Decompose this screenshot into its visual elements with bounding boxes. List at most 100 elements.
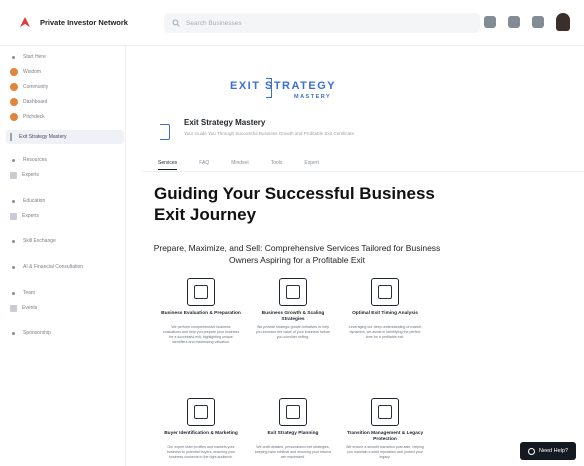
sidebar-item-sponsorship[interactable]: Sponsorship	[10, 326, 122, 340]
logo-bracket-icon	[266, 78, 272, 98]
service-desc: Our expert team profiles and markets you…	[166, 445, 236, 459]
page-subtitle: Your Guide You Through Successful Busine…	[184, 131, 355, 136]
service-title: Optimal Exit Timing Analysis	[352, 311, 418, 316]
sidebar: Start Here Wisdom Community Dashboard Pi…	[0, 46, 126, 466]
sidebar-item-label: Wisdom	[23, 69, 42, 75]
sidebar-item-label: Education	[23, 198, 46, 204]
tab-faq[interactable]: FAQ	[199, 160, 209, 170]
sidebar-item-wisdom[interactable]: Wisdom	[10, 65, 122, 79]
timing-icon-inner	[378, 285, 392, 299]
bullet-icon	[12, 265, 15, 269]
main-content: EXIT STRATEGY MASTERY Exit Strategy Mast…	[142, 46, 584, 466]
sidebar-item-pitchdeck[interactable]: Pitchdeck	[10, 110, 122, 124]
growth-icon-inner	[286, 285, 300, 299]
people-icon[interactable]	[484, 16, 496, 28]
help-icon	[527, 447, 535, 455]
service-desc: Leveraging our deep understanding of mar…	[348, 325, 422, 339]
tab-bar: Services FAQ Mindset Tools Expert	[158, 160, 319, 170]
bullet-icon	[12, 199, 15, 203]
bullet-icon	[12, 291, 15, 295]
notifications-icon[interactable]	[532, 16, 544, 28]
evaluation-icon-inner	[194, 285, 208, 299]
transition-icon-inner	[378, 405, 392, 419]
service-title: Exit Strategy Planning	[267, 431, 319, 436]
sidebar-item-label: Sponsorship	[23, 330, 51, 336]
bullet-icon	[12, 158, 15, 162]
exit-strategy-logo: EXIT STRATEGY MASTERY	[230, 76, 360, 112]
sidebar-item-label: Resources	[23, 157, 47, 163]
sidebar-item-label: Skill Exchange	[23, 238, 56, 244]
logo-word: EXIT STRATEGY	[230, 80, 337, 92]
tab-services[interactable]: Services	[158, 160, 178, 170]
sidebar-item-label: Start Here	[23, 54, 46, 60]
avatar[interactable]	[556, 13, 570, 31]
exit-strategy-icon	[10, 133, 12, 141]
sidebar-item-ai-financial-consultation[interactable]: AI & Financial Consultation	[10, 260, 122, 274]
sidebar-item-experts[interactable]: Experts	[10, 168, 122, 182]
sidebar-item-community[interactable]: Community	[10, 80, 122, 94]
service-desc: We perform comprehensive business evalua…	[162, 325, 240, 344]
buyer-icon-inner	[194, 405, 208, 419]
evaluation-icon	[187, 278, 215, 306]
sidebar-item-start-here[interactable]: Start Here	[10, 50, 122, 64]
top-actions	[484, 13, 570, 31]
pitchdeck-icon	[10, 113, 18, 121]
sidebar-item-education[interactable]: Education	[10, 194, 122, 208]
sidebar-item-exit-strategy-mastery[interactable]: Exit Strategy Mastery	[6, 130, 124, 144]
service-title: Business Growth & Scaling Strategies	[261, 311, 325, 322]
transition-management-icon	[371, 398, 399, 426]
sidebar-item-label: Experts	[22, 213, 39, 219]
bullet-icon	[12, 239, 15, 243]
sidebar-item-label: Dashboard	[23, 99, 48, 105]
hero-subheadline: Prepare, Maximize, and Sell: Comprehensi…	[153, 243, 441, 265]
planning-icon-inner	[286, 405, 300, 419]
community-icon	[10, 83, 18, 91]
search-input[interactable]: Search Businesses	[164, 13, 480, 33]
strategy-planning-icon	[279, 398, 307, 426]
brand-name: Private Investor Network	[40, 17, 128, 27]
tab-expert[interactable]: Expert	[304, 160, 318, 170]
experts-icon	[10, 171, 17, 179]
sidebar-item-experts-2[interactable]: Experts	[10, 209, 122, 223]
search-icon	[172, 19, 180, 27]
service-desc: We provide strategic growth initiatives …	[255, 325, 331, 339]
sidebar-item-label: Experts	[22, 172, 39, 178]
search-placeholder: Search Businesses	[186, 19, 242, 27]
brand[interactable]: Private Investor Network	[18, 15, 128, 29]
sidebar-item-label: Team	[23, 290, 36, 296]
events-icon	[10, 304, 17, 312]
sidebar-item-label: Exit Strategy Mastery	[19, 134, 67, 140]
experts-icon	[10, 212, 17, 220]
sidebar-item-team[interactable]: Team	[10, 286, 122, 300]
need-help-button[interactable]: Need Help?	[520, 442, 576, 460]
bullet-icon	[12, 55, 15, 59]
chat-icon[interactable]	[508, 16, 520, 28]
sidebar-item-resources[interactable]: Resources	[10, 153, 122, 167]
sidebar-item-label: Pitchdeck	[23, 114, 45, 120]
buyer-identification-icon	[187, 398, 215, 426]
sidebar-item-label: Events	[22, 305, 38, 311]
service-title: Buyer Identification & Marketing	[164, 431, 238, 436]
course-logo-icon	[160, 124, 170, 140]
top-bar: Private Investor Network Search Business…	[0, 0, 584, 46]
hero-headline: Guiding Your Successful Business Exit Jo…	[154, 184, 435, 224]
timing-analysis-icon	[371, 278, 399, 306]
logo-subword: MASTERY	[294, 94, 332, 100]
wisdom-icon	[10, 68, 18, 76]
service-desc: We craft detailed, personalized exit str…	[254, 445, 332, 459]
course-header: Exit Strategy Mastery Your Guide You Thr…	[160, 118, 420, 158]
brand-logo-icon	[20, 17, 30, 27]
need-help-label: Need Help?	[538, 448, 569, 454]
service-title: Business Evaluation & Preparation	[161, 311, 241, 316]
tab-tools[interactable]: Tools	[271, 160, 283, 170]
service-title: Transition Management & Legacy Protectio…	[346, 431, 424, 442]
sidebar-item-events[interactable]: Events	[10, 301, 122, 315]
tab-mindset[interactable]: Mindset	[231, 160, 249, 170]
sidebar-item-label: AI & Financial Consultation	[23, 264, 84, 270]
dashboard-icon	[10, 98, 18, 106]
tab-divider	[142, 171, 584, 172]
sidebar-item-skill-exchange[interactable]: Skill Exchange	[10, 234, 122, 248]
page-title: Exit Strategy Mastery	[184, 118, 266, 127]
sidebar-item-dashboard[interactable]: Dashboard	[10, 95, 122, 109]
sidebar-item-label: Community	[23, 84, 49, 90]
